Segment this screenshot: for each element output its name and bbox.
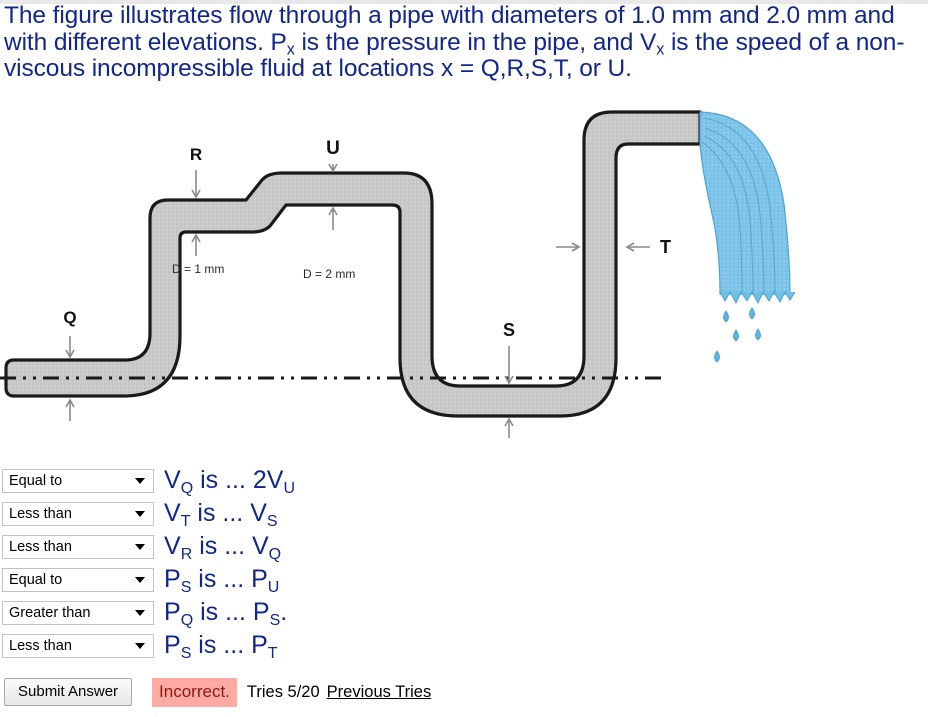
droplet-5	[714, 350, 720, 363]
statement-2-right: V	[250, 499, 267, 527]
statement-4-left-sub: S	[180, 578, 192, 596]
statement-6-left-sub: S	[180, 644, 192, 662]
dimension-narrow-label: D = 1 mm	[172, 262, 224, 276]
statement-5-left: P	[164, 598, 181, 626]
droplet-3	[733, 329, 739, 342]
statement-1-left: V	[164, 466, 181, 494]
statement-5-relation: is ...	[193, 598, 253, 626]
statement-3-left-sub: R	[180, 545, 193, 563]
answer-row: Greater than PQ is ... PS.	[0, 598, 928, 631]
droplet-1	[723, 310, 729, 323]
page-root: The figure illustrates flow through a pi…	[0, 0, 928, 717]
relation-select-6-value: Less than	[9, 638, 72, 654]
statement-1-right: 2V	[252, 466, 284, 494]
statement-4-relation: is ...	[191, 565, 252, 593]
relation-select-6[interactable]: Less than	[2, 634, 154, 658]
statement-3-left: V	[164, 532, 181, 560]
relation-select-5[interactable]: Greater than	[2, 601, 154, 625]
pipe-body	[4, 110, 702, 418]
relation-select-4-value: Equal to	[9, 572, 63, 588]
label-T: T	[660, 237, 671, 257]
statement-1: VQ is ... 2VU	[164, 466, 296, 497]
dimension-wide-label: D = 2 mm	[303, 267, 355, 281]
relation-select-3-value: Less than	[9, 539, 72, 555]
submit-answer-button[interactable]: Submit Answer	[4, 678, 133, 706]
chevron-down-icon	[135, 544, 145, 550]
statement-2-left: V	[164, 499, 181, 527]
relation-select-3[interactable]: Less than	[2, 535, 154, 559]
chevron-down-icon	[135, 511, 145, 517]
chevron-down-icon	[135, 643, 145, 649]
statement-6-left: P	[164, 631, 181, 659]
statement-3-right: V	[251, 532, 269, 560]
relation-select-1-value: Equal to	[9, 473, 63, 489]
statement-2: VT is ... VS	[164, 499, 278, 530]
relation-select-1[interactable]: Equal to	[2, 469, 154, 493]
statement-3: VR is ... VQ	[164, 532, 282, 563]
problem-statement: The figure illustrates flow through a pi…	[4, 2, 924, 83]
previous-tries-link[interactable]: Previous Tries	[327, 683, 432, 702]
relation-select-2-value: Less than	[9, 506, 72, 522]
statement-5-right: P	[252, 598, 270, 626]
label-S: S	[503, 320, 515, 340]
submit-row: Submit Answer Incorrect. Tries 5/20 Prev…	[0, 672, 928, 712]
statement-5-left-sub: Q	[180, 611, 194, 629]
statement-4: PS is ... PU	[164, 565, 280, 596]
answer-list: Equal to VQ is ... 2VU Less than VT is .…	[0, 466, 928, 664]
tries-counter: Tries 5/20	[246, 682, 320, 701]
statement-1-left-sub: Q	[180, 479, 194, 497]
statement-1-right-sub: U	[283, 479, 296, 497]
status-badge: Incorrect.	[152, 677, 237, 707]
answer-row: Less than VR is ... VQ	[0, 532, 928, 565]
water-droplets	[714, 307, 761, 363]
statement-6-right: P	[251, 631, 268, 659]
chevron-down-icon	[135, 478, 145, 484]
relation-select-2[interactable]: Less than	[2, 502, 154, 526]
statement-4-right: P	[251, 565, 268, 593]
statement-line-3: locations x = Q,R,S,T, or U.	[338, 55, 632, 82]
statement-5-right-sub: S	[269, 611, 281, 629]
statement-2-relation: is ...	[190, 499, 251, 527]
statement-6-relation: is ...	[191, 631, 252, 659]
statement-5-tail: .	[280, 598, 288, 626]
answer-row: Less than VT is ... VS	[0, 499, 928, 532]
relation-select-4[interactable]: Equal to	[2, 568, 154, 592]
statement-3-relation: is ...	[192, 532, 252, 560]
label-R: R	[190, 145, 202, 164]
water-jet-edge	[719, 290, 796, 305]
answer-row: Less than PS is ... PT	[0, 631, 928, 664]
droplet-4	[755, 328, 761, 341]
statement-line-2a: pipe, and V	[533, 28, 657, 56]
statement-1-relation: is ...	[193, 466, 253, 494]
water-jet	[699, 111, 791, 295]
label-U: U	[326, 138, 340, 159]
droplet-2	[749, 307, 755, 320]
statement-line-1c: is the pressure in the	[294, 28, 527, 56]
statement-3-right-sub: Q	[268, 545, 282, 563]
chevron-down-icon	[135, 577, 145, 583]
relation-select-5-value: Greater than	[9, 605, 91, 621]
statement-4-left: P	[164, 565, 181, 593]
label-Q: Q	[63, 308, 76, 327]
statement-line-1a: The figure illustrates flow through a pi…	[4, 2, 713, 29]
statement-4-right-sub: U	[267, 578, 280, 596]
statement-2-left-sub: T	[180, 512, 191, 530]
answer-row: Equal to PS is ... PU	[0, 565, 928, 598]
pipe-flow-figure: Q R U S T D = 1 mm D = 2 mm	[0, 108, 928, 460]
statement-6-right-sub: T	[267, 644, 278, 662]
statement-5: PQ is ... PS.	[164, 598, 288, 629]
statement-6: PS is ... PT	[164, 631, 278, 662]
answer-row: Equal to VQ is ... 2VU	[0, 466, 928, 499]
chevron-down-icon	[135, 610, 145, 616]
statement-2-right-sub: S	[266, 512, 278, 530]
